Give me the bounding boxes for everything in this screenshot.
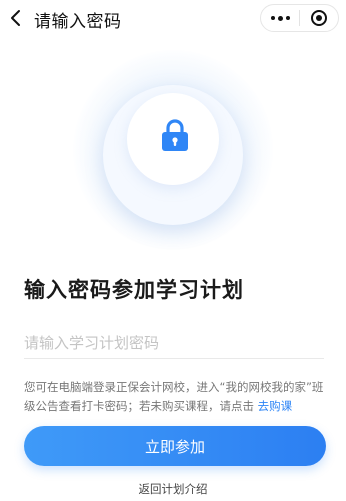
mini-program-capsule bbox=[260, 4, 339, 32]
page: 请输入密码 输入密码参加学习计划 请输入学习计划密码 您可在电脑端登录正保会计网… bbox=[0, 0, 346, 501]
nav-bar: 请输入密码 bbox=[0, 0, 346, 38]
hero-illustration bbox=[0, 40, 346, 260]
password-input[interactable] bbox=[24, 327, 324, 359]
chevron-left-icon[interactable] bbox=[4, 6, 28, 30]
tip-text: 您可在电脑端登录正保会计网校，进入“我的网校我的家”班级公告查看打卡密码；若未购… bbox=[24, 378, 326, 416]
buy-course-link[interactable]: 去购课 bbox=[258, 399, 293, 413]
heading: 输入密码参加学习计划 bbox=[24, 278, 244, 302]
close-button[interactable] bbox=[300, 5, 338, 31]
page-title: 请输入密码 bbox=[34, 12, 122, 32]
more-dots-icon bbox=[270, 15, 290, 21]
join-now-button[interactable]: 立即参加 bbox=[24, 426, 326, 466]
lock-icon bbox=[162, 119, 188, 151]
back-to-plan-link[interactable]: 返回计划介绍 bbox=[0, 481, 346, 497]
back-button[interactable] bbox=[4, 6, 28, 30]
more-button[interactable] bbox=[261, 5, 299, 31]
target-close-icon bbox=[311, 10, 327, 26]
